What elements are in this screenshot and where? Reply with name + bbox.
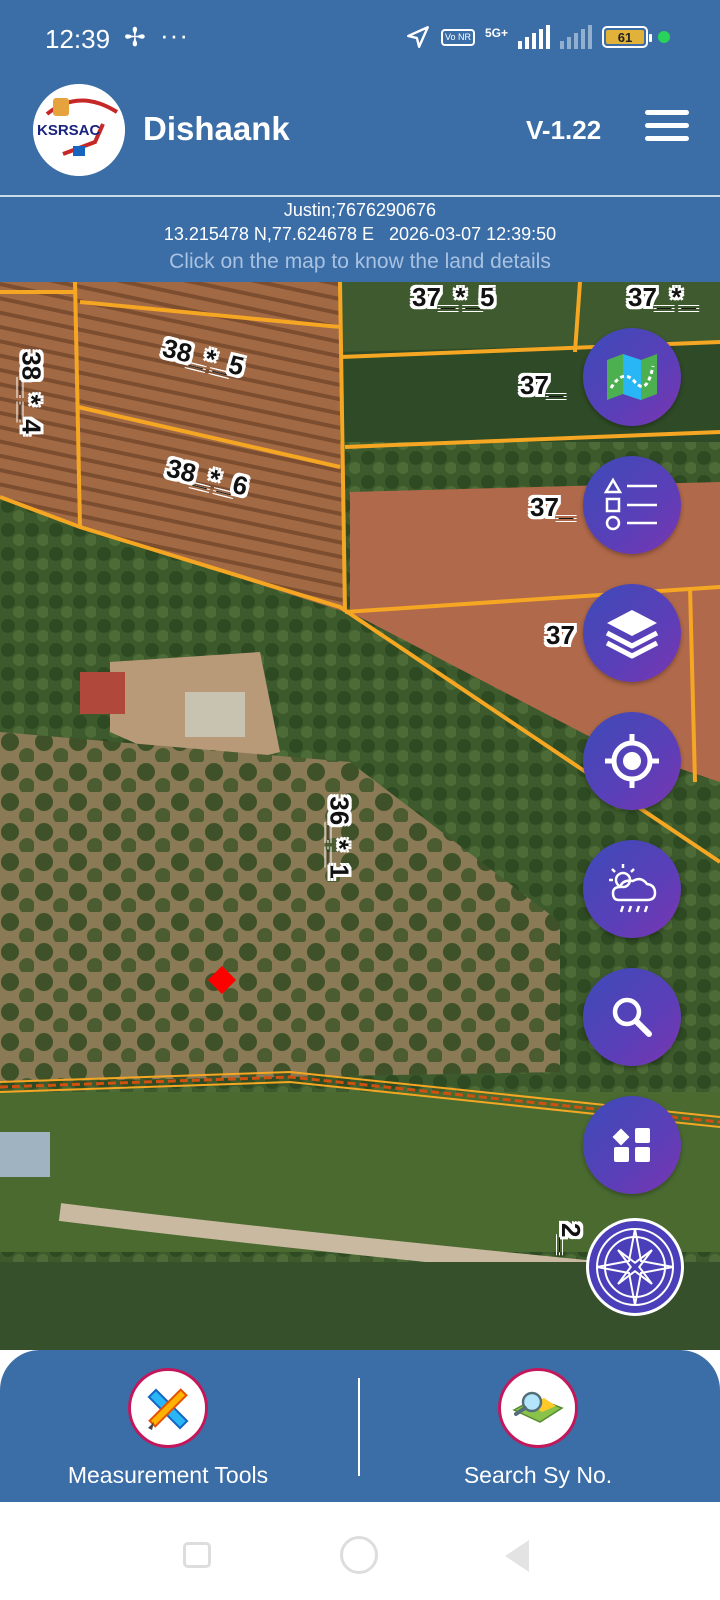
search-sy-no-button[interactable]: Search Sy No. [388, 1368, 688, 1489]
fan-icon: ✢ [124, 22, 146, 52]
network-type: 5G+ [484, 26, 508, 40]
legend-button[interactable] [583, 456, 681, 554]
compass-button[interactable] [586, 1218, 684, 1316]
plot-label: 37 [546, 620, 575, 650]
app-bar: KSRSAC Dishaank V-1.22 [0, 80, 720, 192]
locate-button[interactable] [583, 712, 681, 810]
measurement-icon-wrap [128, 1368, 208, 1448]
signal-icon [518, 25, 550, 49]
location-arrow-icon [407, 26, 429, 48]
map-layer-button[interactable] [583, 328, 681, 426]
more-dots-icon: ··· [160, 20, 189, 50]
recents-button[interactable] [183, 1542, 211, 1568]
coords-line: 13.215478 N,77.624678 E 2026-03-07 12:39… [0, 222, 720, 246]
coordinates: 13.215478 N,77.624678 E [163, 224, 374, 244]
location-info: Justin;7676290676 13.215478 N,77.624678 … [0, 198, 720, 276]
search-sy-no-label: Search Sy No. [463, 1462, 613, 1488]
plot-label: 37_ [530, 492, 574, 522]
battery-level: 61 [606, 30, 644, 45]
measurement-tools-button[interactable]: Measurement Tools [18, 1368, 318, 1489]
search-sy-icon-wrap [498, 1368, 578, 1448]
layers-icon [605, 610, 659, 659]
bottom-divider [358, 1378, 360, 1476]
status-right: Vo NR 5G+ 61 [405, 24, 670, 50]
grid-icon [612, 1128, 650, 1162]
plot-label: 37_*_ [628, 282, 696, 312]
status-time: 12:39 [45, 24, 111, 54]
weather-button[interactable] [583, 840, 681, 938]
crosshair-icon [605, 734, 659, 788]
map-icon [607, 354, 657, 400]
datetime: 2026-03-07 12:39:50 [389, 224, 557, 244]
privacy-dot-icon [658, 31, 670, 43]
status-bar: 12:39 ✢ ··· Vo NR 5G+ 61 [0, 0, 720, 80]
compass-icon [596, 1228, 674, 1306]
search-button[interactable] [583, 968, 681, 1066]
app-screen: 12:39 ✢ ··· Vo NR 5G+ 61 KSRSAC Dishaank… [0, 0, 720, 1600]
weather-icon [609, 864, 657, 913]
hamburger-menu-icon[interactable] [645, 110, 689, 146]
logo-text: KSRSAC [37, 122, 101, 139]
bottom-panel: Measurement Tools Search Sy No. [0, 1350, 720, 1502]
header-area: 12:39 ✢ ··· Vo NR 5G+ 61 KSRSAC Dishaank… [0, 0, 720, 282]
home-button[interactable] [340, 1536, 378, 1574]
system-nav-bar [0, 1502, 720, 1600]
legend-list-icon [603, 477, 657, 531]
map-hint: Click on the map to know the land detail… [169, 250, 551, 273]
search-icon [612, 997, 652, 1037]
volte-badge: Vo NR [440, 28, 475, 46]
map-search-icon [512, 1391, 564, 1423]
plot-label: 2_ [555, 1223, 586, 1252]
apps-button[interactable] [583, 1096, 681, 1194]
header-divider [0, 195, 720, 197]
layers-button[interactable] [583, 584, 681, 682]
app-title: Dishaank [143, 110, 290, 147]
measurement-tools-label: Measurement Tools [67, 1462, 269, 1488]
battery-icon: 61 [602, 26, 652, 48]
plot-label: 38_*_4 [16, 351, 47, 434]
ksrsac-logo: KSRSAC [33, 84, 125, 176]
signal-icon-secondary [560, 25, 592, 49]
plot-label: 36_*_1 [324, 796, 355, 879]
back-button[interactable] [505, 1540, 529, 1572]
app-version: V-1.22 [526, 115, 602, 145]
plot-label: 37_ [520, 370, 564, 400]
user-info: Justin;7676290676 [283, 200, 437, 220]
ruler-pencil-icon [147, 1388, 189, 1430]
satellite-map[interactable]: 37_*_5 37_*_ 38_*_5 38_*_4 37_ 38_*_6 37… [0, 282, 720, 1350]
plot-label: 37_*_5 [412, 282, 495, 312]
